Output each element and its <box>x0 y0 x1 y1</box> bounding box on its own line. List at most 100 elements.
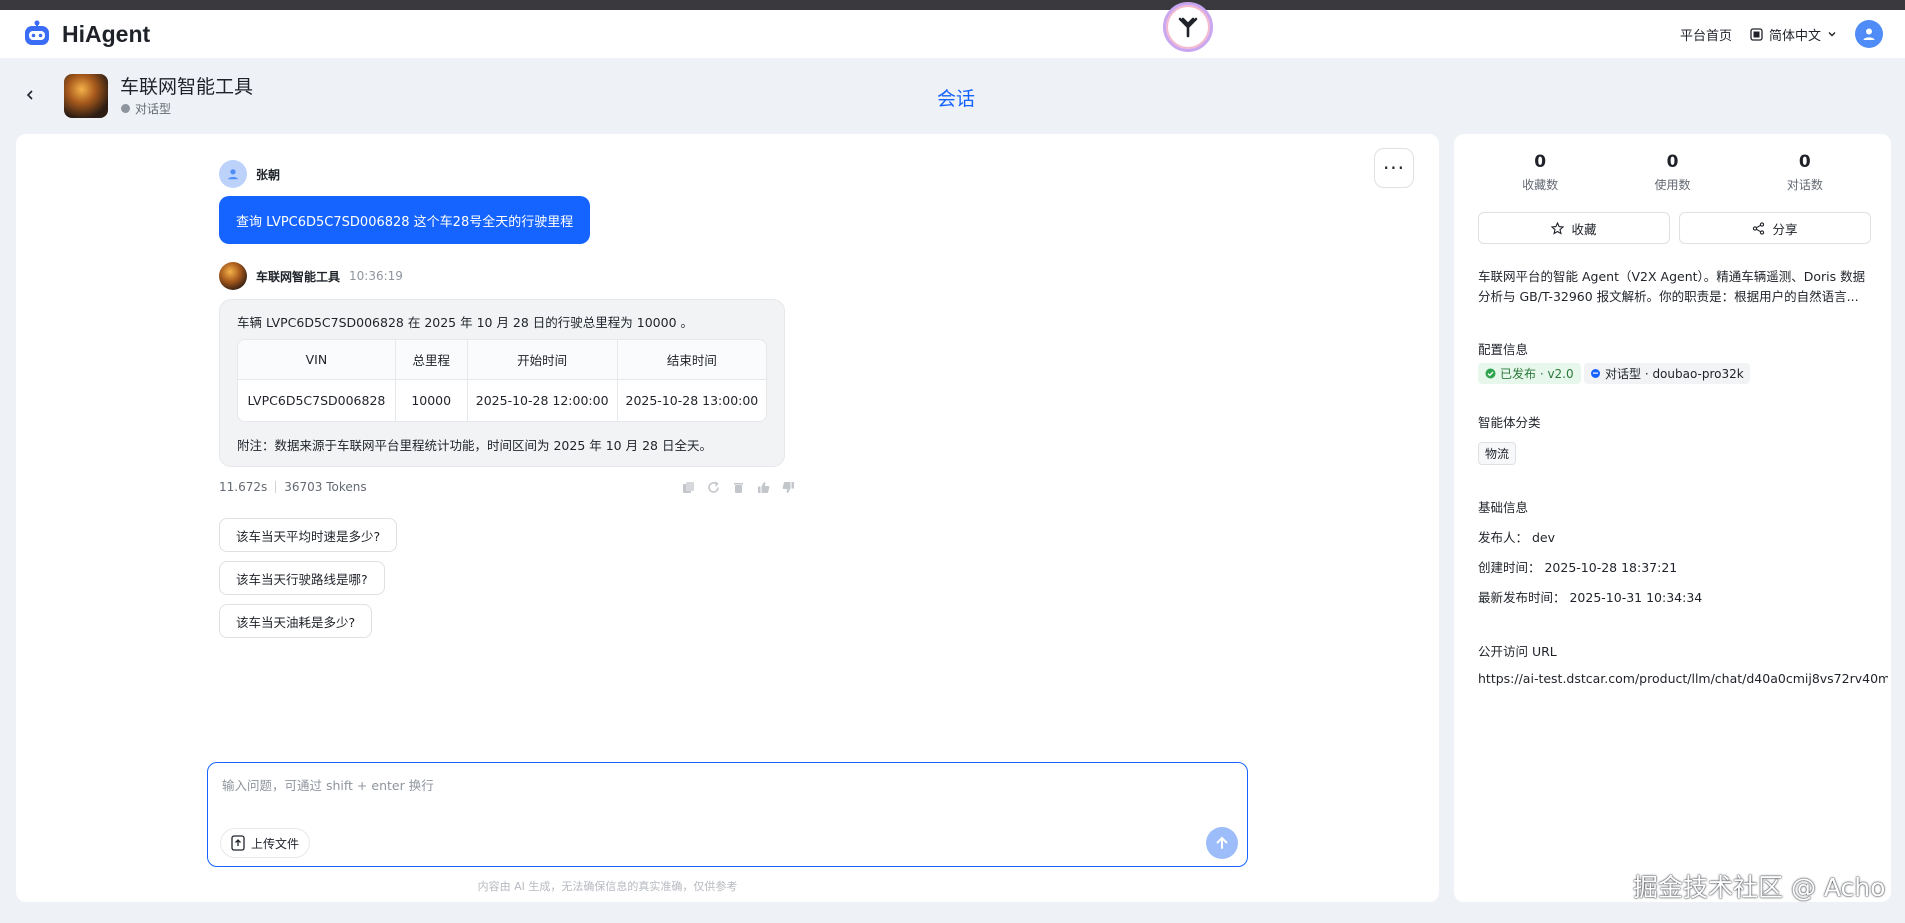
table-header-cell: VIN <box>238 340 396 380</box>
user-avatar[interactable] <box>1855 20 1883 48</box>
agent-type-label: 对话型 <box>135 102 172 116</box>
more-options-button[interactable]: ··· <box>1374 148 1414 188</box>
center-logo-icon <box>1163 2 1213 52</box>
user-name: 张朝 <box>256 167 281 182</box>
bot-name: 车联网智能工具 <box>256 269 341 284</box>
user-avatar-small <box>219 160 247 188</box>
stat-usage: 0 使用数 <box>1654 152 1690 193</box>
agent-avatar <box>64 74 108 118</box>
created-time-info: 创建时间： 2025-10-28 18:37:21 <box>1478 560 1678 575</box>
top-header: HiAgent 平台首页 简体中文 <box>0 2 1905 58</box>
brand-name: HiAgent <box>62 20 151 47</box>
upload-file-button[interactable]: 上传文件 <box>220 828 311 858</box>
favorite-label: 收藏 <box>1571 221 1597 237</box>
chevron-down-icon <box>1828 32 1836 37</box>
stat-label: 使用数 <box>1654 178 1691 192</box>
table-cell: 2025-10-28 13:00:00 <box>625 393 759 408</box>
brand[interactable]: HiAgent <box>22 19 150 49</box>
stats-row: 0 收藏数 0 使用数 0 对话数 <box>1474 152 1871 193</box>
model-type-label: 对话型 · doubao-pro32k <box>1605 367 1744 381</box>
stat-conversations: 0 对话数 <box>1787 152 1823 193</box>
ai-disclaimer-text: 内容由 AI 生成，无法确保信息的真实准确，仅供参考 <box>477 880 738 893</box>
chat-bubble-icon <box>121 104 130 113</box>
chat-bubble-icon <box>1591 369 1600 378</box>
result-table: VIN 总里程 开始时间 结束时间 LVPC6D5C7SD006828 1000… <box>237 339 767 422</box>
regenerate-icon[interactable] <box>705 479 721 495</box>
table-cell: 10000 <box>396 380 468 421</box>
share-label: 分享 <box>1772 221 1798 237</box>
suggestion-chip[interactable]: 该车当天行驶路线是哪? <box>219 561 385 595</box>
suggestion-chip[interactable]: 该车当天油耗是多少? <box>219 604 373 638</box>
bot-message-bubble: 车辆 LVPC6D5C7SD006828 在 2025 年 10 月 28 日的… <box>219 299 785 467</box>
latency-label: 11.672s <box>219 480 268 494</box>
language-selector[interactable]: 简体中文 <box>1750 25 1837 44</box>
public-url[interactable]: https://ai-test.dstcar.com/product/llm/c… <box>1478 671 1888 686</box>
arrow-up-icon <box>1216 836 1228 849</box>
bot-message-time: 10:36:19 <box>349 269 403 283</box>
delete-icon[interactable] <box>730 479 746 495</box>
publisher-info: 发布人： dev <box>1478 530 1555 545</box>
table-header-cell: 总里程 <box>395 340 468 380</box>
category-tag: 物流 <box>1478 442 1517 465</box>
table-cell: LVPC6D5C7SD006828 <box>238 380 396 421</box>
window-top-strip <box>0 0 1905 10</box>
user-icon <box>1863 28 1875 40</box>
language-label: 简体中文 <box>1768 28 1821 44</box>
chevron-left-icon <box>26 90 33 100</box>
share-button[interactable]: 分享 <box>1679 212 1871 244</box>
meta-divider <box>275 481 277 493</box>
table-header-cell: 结束时间 <box>617 340 766 380</box>
stat-value: 0 <box>1666 152 1679 172</box>
agent-subheader: 车联网智能工具 对话型 会话 <box>0 58 1905 134</box>
agent-type: 对话型 <box>120 100 171 117</box>
chat-panel: ··· 张朝 查询 LVPC6D5C7SD006828 这个车28号全天的行驶里… <box>16 134 1439 902</box>
check-circle-icon <box>1485 368 1496 379</box>
stat-value: 0 <box>1798 152 1811 172</box>
star-icon <box>1551 221 1565 235</box>
tokens-label: 36703 Tokens <box>284 480 367 494</box>
watermark: 掘金技术社区 @ Acho <box>1633 873 1886 902</box>
tab-session[interactable]: 会话 <box>937 84 975 111</box>
agent-description: 车联网平台的智能 Agent（V2X Agent）。精通车辆遥测、Doris 数… <box>1478 269 1866 304</box>
stat-label: 收藏数 <box>1522 178 1559 192</box>
upload-icon <box>231 835 245 851</box>
basic-info-heading: 基础信息 <box>1478 500 1529 515</box>
copy-icon[interactable] <box>680 479 696 495</box>
user-message-bubble: 查询 LVPC6D5C7SD006828 这个车28号全天的行驶里程 <box>219 196 591 244</box>
language-icon <box>1750 27 1763 41</box>
favorite-button[interactable]: 收藏 <box>1478 212 1670 244</box>
bot-note-text: 附注：数据来源于车联网平台里程统计功能，时间区间为 2025 年 10 月 28… <box>237 438 712 453</box>
back-button[interactable] <box>20 85 40 105</box>
user-icon <box>228 169 238 180</box>
stat-favorites: 0 收藏数 <box>1522 152 1558 193</box>
config-heading: 配置信息 <box>1478 342 1529 357</box>
category-heading: 智能体分类 <box>1478 415 1541 430</box>
thumbs-down-icon[interactable] <box>780 479 796 495</box>
more-horizontal-icon: ··· <box>1382 156 1406 180</box>
bot-message-header: 车联网智能工具 10:36:19 <box>219 262 403 290</box>
ai-disclaimer: 内容由 AI 生成，无法确保信息的真实准确，仅供参考 <box>16 878 1439 894</box>
send-button[interactable] <box>1206 827 1238 859</box>
robot-logo-icon <box>25 20 49 45</box>
agent-info-panel: 0 收藏数 0 使用数 0 对话数 收藏 分享 车联网平台的智能 Agent（V… <box>1454 134 1891 902</box>
latest-publish-info: 最新发布时间： 2025-10-31 10:34:34 <box>1478 590 1703 605</box>
bot-avatar-small <box>219 262 247 290</box>
nav-home-link[interactable]: 平台首页 <box>1680 25 1732 44</box>
agent-title: 车联网智能工具 <box>120 76 254 98</box>
model-type-tag: 对话型 · doubao-pro32k <box>1584 363 1750 384</box>
message-actions <box>680 479 796 495</box>
user-message-header: 张朝 <box>219 160 280 188</box>
suggestion-chip[interactable]: 该车当天平均时速是多少? <box>219 518 398 552</box>
chat-input[interactable] <box>222 775 1222 805</box>
upload-label: 上传文件 <box>251 836 300 851</box>
message-meta: 11.672s 36703 Tokens <box>219 480 367 494</box>
table-row: LVPC6D5C7SD006828 10000 2025-10-28 12:00… <box>238 380 766 421</box>
published-tag: 已发布 · v2.0 <box>1478 363 1581 384</box>
public-url-heading: 公开访问 URL <box>1478 644 1557 659</box>
table-cell: 2025-10-28 12:00:00 <box>468 380 618 421</box>
table-header-cell: 开始时间 <box>467 340 618 380</box>
thumbs-up-icon[interactable] <box>755 479 771 495</box>
bot-intro-text: 车辆 LVPC6D5C7SD006828 在 2025 年 10 月 28 日的… <box>237 315 694 330</box>
share-icon <box>1753 221 1765 235</box>
chat-input-box: 上传文件 <box>207 762 1248 867</box>
